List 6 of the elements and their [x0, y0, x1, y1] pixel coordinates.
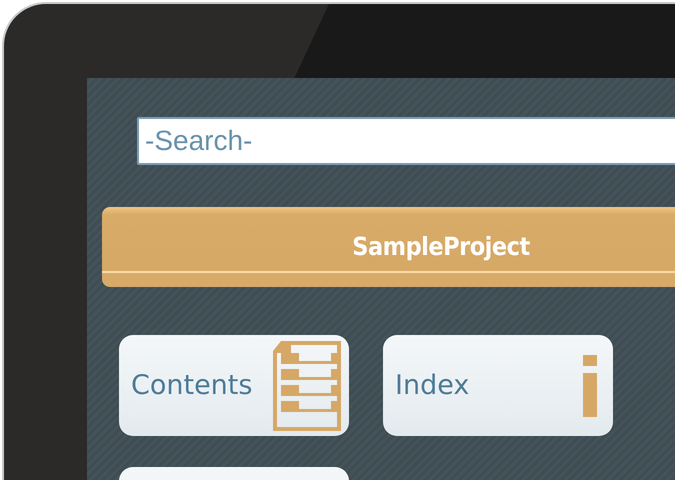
search-field[interactable]: -Search-	[137, 117, 675, 165]
contents-button[interactable]: Contents	[119, 335, 349, 436]
project-title: SampleProject	[352, 232, 530, 260]
index-button[interactable]: Index	[383, 335, 613, 436]
info-icon	[583, 354, 597, 416]
document-list-icon	[271, 340, 343, 430]
